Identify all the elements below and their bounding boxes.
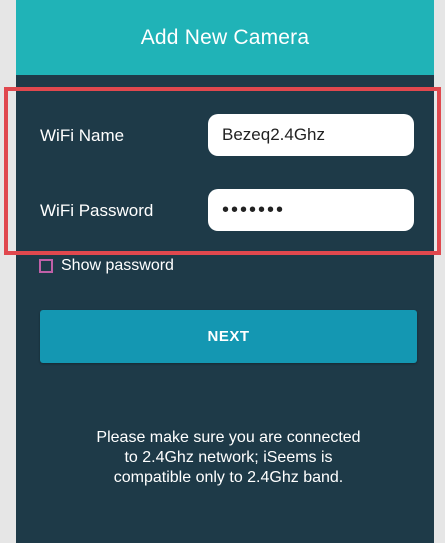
page-title: Add New Camera [140, 25, 310, 49]
notice-line: Please make sure you are connected [96, 429, 361, 446]
wifi-name-field[interactable]: Bezeq2.4Ghz [208, 114, 414, 156]
wifi-password-field[interactable]: ••••••• [208, 189, 414, 231]
add-camera-screen: Add New Camera WiFi Name Bezeq2.4Ghz WiF… [16, 0, 434, 543]
device-frame: Add New Camera WiFi Name Bezeq2.4Ghz WiF… [0, 0, 445, 543]
app-header: Add New Camera [16, 0, 434, 75]
wifi-name-label: WiFi Name [40, 126, 125, 145]
show-password-row[interactable]: Show password [39, 256, 174, 276]
network-notice: Please make sure you are connected to 2.… [40, 428, 417, 488]
wifi-password-label: WiFi Password [40, 201, 154, 220]
show-password-label[interactable]: Show password [61, 257, 174, 275]
notice-line: compatible only to 2.4Ghz band. [113, 469, 344, 486]
next-button[interactable]: NEXT [40, 310, 417, 363]
show-password-checkbox[interactable] [39, 259, 53, 273]
notice-line: to 2.4Ghz network; iSeems is [124, 449, 333, 466]
